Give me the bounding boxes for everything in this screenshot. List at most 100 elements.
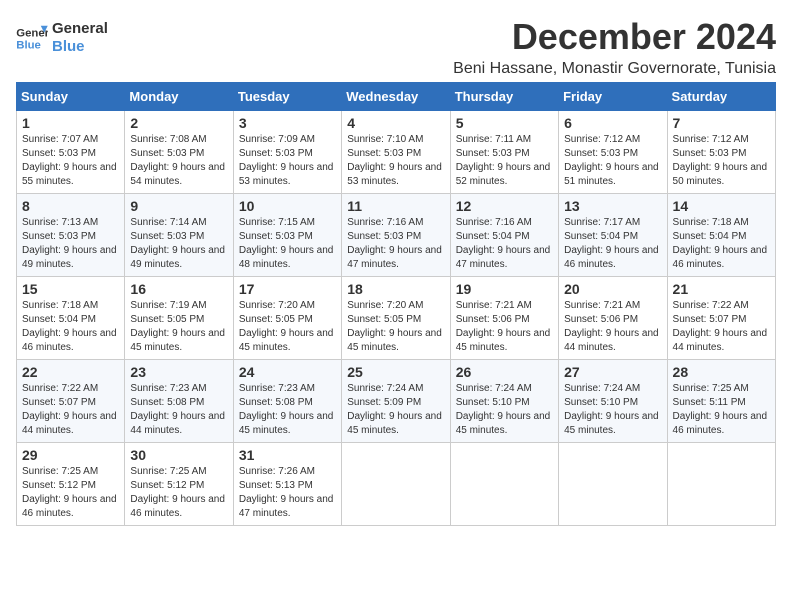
weekday-header-friday: Friday <box>559 83 667 111</box>
header: General Blue General Blue December 2024 … <box>16 16 776 78</box>
calendar-cell: 23 Sunrise: 7:23 AMSunset: 5:08 PMDayligh… <box>125 360 233 443</box>
day-info: Sunrise: 7:16 AMSunset: 5:04 PMDaylight:… <box>456 216 553 272</box>
day-number: 11 <box>347 198 444 214</box>
calendar-cell: 18 Sunrise: 7:20 AMSunset: 5:05 PMDayligh… <box>342 277 450 360</box>
calendar-cell: 2Sunrise: 7:08 AMSunset: 5:03 PMDaylight… <box>125 111 233 194</box>
day-info: Sunrise: 7:25 AMSunset: 5:12 PMDaylight:… <box>22 465 119 521</box>
day-number: 12 <box>456 198 553 214</box>
day-info: Sunrise: 7:24 AMSunset: 5:10 PMDaylight:… <box>564 382 661 438</box>
day-info: Sunrise: 7:12 AMSunset: 5:03 PMDaylight:… <box>673 133 770 189</box>
day-number: 23 <box>130 364 227 380</box>
day-info: Sunrise: 7:09 AMSunset: 5:03 PMDaylight:… <box>239 133 336 189</box>
week-row-4: 22 Sunrise: 7:22 AMSunset: 5:07 PMDayligh… <box>17 360 776 443</box>
day-number: 2 <box>130 115 227 131</box>
day-info: Sunrise: 7:07 AMSunset: 5:03 PMDaylight:… <box>22 133 119 189</box>
day-info: Sunrise: 7:21 AMSunset: 5:06 PMDaylight:… <box>564 299 661 355</box>
day-number: 20 <box>564 281 661 297</box>
calendar-cell: 5Sunrise: 7:11 AMSunset: 5:03 PMDaylight… <box>450 111 558 194</box>
day-info: Sunrise: 7:11 AMSunset: 5:03 PMDaylight:… <box>456 133 553 189</box>
calendar-cell: 1Sunrise: 7:07 AMSunset: 5:03 PMDaylight… <box>17 111 125 194</box>
calendar-cell: 12 Sunrise: 7:16 AMSunset: 5:04 PMDayligh… <box>450 194 558 277</box>
day-info: Sunrise: 7:19 AMSunset: 5:05 PMDaylight:… <box>130 299 227 355</box>
day-number: 16 <box>130 281 227 297</box>
day-number: 6 <box>564 115 661 131</box>
weekday-header-thursday: Thursday <box>450 83 558 111</box>
calendar-cell: 16 Sunrise: 7:19 AMSunset: 5:05 PMDayligh… <box>125 277 233 360</box>
day-number: 4 <box>347 115 444 131</box>
weekday-header-tuesday: Tuesday <box>233 83 341 111</box>
day-info: Sunrise: 7:12 AMSunset: 5:03 PMDaylight:… <box>564 133 661 189</box>
day-number: 21 <box>673 281 770 297</box>
calendar-cell: 24 Sunrise: 7:23 AMSunset: 5:08 PMDayligh… <box>233 360 341 443</box>
calendar-cell: 15Sunrise: 7:18 AMSunset: 5:04 PMDayligh… <box>17 277 125 360</box>
title-area: December 2024 Beni Hassane, Monastir Gov… <box>453 16 776 78</box>
week-row-5: 29Sunrise: 7:25 AMSunset: 5:12 PMDayligh… <box>17 443 776 526</box>
calendar-cell <box>667 443 775 526</box>
calendar-cell: 28Sunrise: 7:25 AMSunset: 5:11 PMDayligh… <box>667 360 775 443</box>
calendar-cell: 4Sunrise: 7:10 AMSunset: 5:03 PMDaylight… <box>342 111 450 194</box>
week-row-1: 1Sunrise: 7:07 AMSunset: 5:03 PMDaylight… <box>17 111 776 194</box>
day-info: Sunrise: 7:13 AMSunset: 5:03 PMDaylight:… <box>22 216 119 272</box>
weekday-header-sunday: Sunday <box>17 83 125 111</box>
svg-text:Blue: Blue <box>16 40 41 52</box>
day-number: 7 <box>673 115 770 131</box>
calendar-cell: 7 Sunrise: 7:12 AMSunset: 5:03 PMDaylight… <box>667 111 775 194</box>
day-number: 27 <box>564 364 661 380</box>
week-row-2: 8Sunrise: 7:13 AMSunset: 5:03 PMDaylight… <box>17 194 776 277</box>
calendar-cell: 29Sunrise: 7:25 AMSunset: 5:12 PMDayligh… <box>17 443 125 526</box>
calendar-cell: 8Sunrise: 7:13 AMSunset: 5:03 PMDaylight… <box>17 194 125 277</box>
day-number: 22 <box>22 364 119 380</box>
day-number: 17 <box>239 281 336 297</box>
day-info: Sunrise: 7:23 AMSunset: 5:08 PMDaylight:… <box>239 382 336 438</box>
calendar-cell: 13 Sunrise: 7:17 AMSunset: 5:04 PMDayligh… <box>559 194 667 277</box>
logo: General Blue General Blue <box>16 20 108 56</box>
calendar-cell: 26 Sunrise: 7:24 AMSunset: 5:10 PMDayligh… <box>450 360 558 443</box>
calendar-cell <box>559 443 667 526</box>
day-number: 15 <box>22 281 119 297</box>
calendar-cell: 31 Sunrise: 7:26 AMSunset: 5:13 PMDayligh… <box>233 443 341 526</box>
calendar-cell: 11 Sunrise: 7:16 AMSunset: 5:03 PMDayligh… <box>342 194 450 277</box>
day-info: Sunrise: 7:23 AMSunset: 5:08 PMDaylight:… <box>130 382 227 438</box>
day-info: Sunrise: 7:26 AMSunset: 5:13 PMDaylight:… <box>239 465 336 521</box>
day-number: 18 <box>347 281 444 297</box>
day-number: 10 <box>239 198 336 214</box>
day-number: 31 <box>239 447 336 463</box>
calendar-cell: 27 Sunrise: 7:24 AMSunset: 5:10 PMDayligh… <box>559 360 667 443</box>
day-number: 30 <box>130 447 227 463</box>
calendar-cell: 9Sunrise: 7:14 AMSunset: 5:03 PMDaylight… <box>125 194 233 277</box>
calendar-cell: 20 Sunrise: 7:21 AMSunset: 5:06 PMDayligh… <box>559 277 667 360</box>
day-info: Sunrise: 7:21 AMSunset: 5:06 PMDaylight:… <box>456 299 553 355</box>
day-number: 26 <box>456 364 553 380</box>
logo-blue: Blue <box>52 38 108 56</box>
day-number: 13 <box>564 198 661 214</box>
calendar-cell <box>450 443 558 526</box>
day-info: Sunrise: 7:20 AMSunset: 5:05 PMDaylight:… <box>347 299 444 355</box>
day-info: Sunrise: 7:15 AMSunset: 5:03 PMDaylight:… <box>239 216 336 272</box>
calendar-cell: 10 Sunrise: 7:15 AMSunset: 5:03 PMDayligh… <box>233 194 341 277</box>
calendar-cell: 19Sunrise: 7:21 AMSunset: 5:06 PMDayligh… <box>450 277 558 360</box>
weekday-header-monday: Monday <box>125 83 233 111</box>
calendar-cell: 14 Sunrise: 7:18 AMSunset: 5:04 PMDayligh… <box>667 194 775 277</box>
calendar-cell: 17Sunrise: 7:20 AMSunset: 5:05 PMDayligh… <box>233 277 341 360</box>
day-info: Sunrise: 7:16 AMSunset: 5:03 PMDaylight:… <box>347 216 444 272</box>
day-number: 9 <box>130 198 227 214</box>
calendar-cell: 6 Sunrise: 7:12 AMSunset: 5:03 PMDaylight… <box>559 111 667 194</box>
day-info: Sunrise: 7:24 AMSunset: 5:10 PMDaylight:… <box>456 382 553 438</box>
day-info: Sunrise: 7:24 AMSunset: 5:09 PMDaylight:… <box>347 382 444 438</box>
logo-general: General <box>52 20 108 38</box>
week-row-3: 15Sunrise: 7:18 AMSunset: 5:04 PMDayligh… <box>17 277 776 360</box>
day-number: 3 <box>239 115 336 131</box>
month-title: December 2024 <box>453 16 776 58</box>
weekday-header-saturday: Saturday <box>667 83 775 111</box>
day-number: 28 <box>673 364 770 380</box>
day-number: 14 <box>673 198 770 214</box>
day-info: Sunrise: 7:18 AMSunset: 5:04 PMDaylight:… <box>673 216 770 272</box>
day-info: Sunrise: 7:22 AMSunset: 5:07 PMDaylight:… <box>22 382 119 438</box>
day-info: Sunrise: 7:22 AMSunset: 5:07 PMDaylight:… <box>673 299 770 355</box>
calendar-cell: 22 Sunrise: 7:22 AMSunset: 5:07 PMDayligh… <box>17 360 125 443</box>
day-number: 24 <box>239 364 336 380</box>
weekday-header-row: SundayMondayTuesdayWednesdayThursdayFrid… <box>17 83 776 111</box>
day-number: 25 <box>347 364 444 380</box>
calendar-cell: 30Sunrise: 7:25 AMSunset: 5:12 PMDayligh… <box>125 443 233 526</box>
day-info: Sunrise: 7:17 AMSunset: 5:04 PMDaylight:… <box>564 216 661 272</box>
